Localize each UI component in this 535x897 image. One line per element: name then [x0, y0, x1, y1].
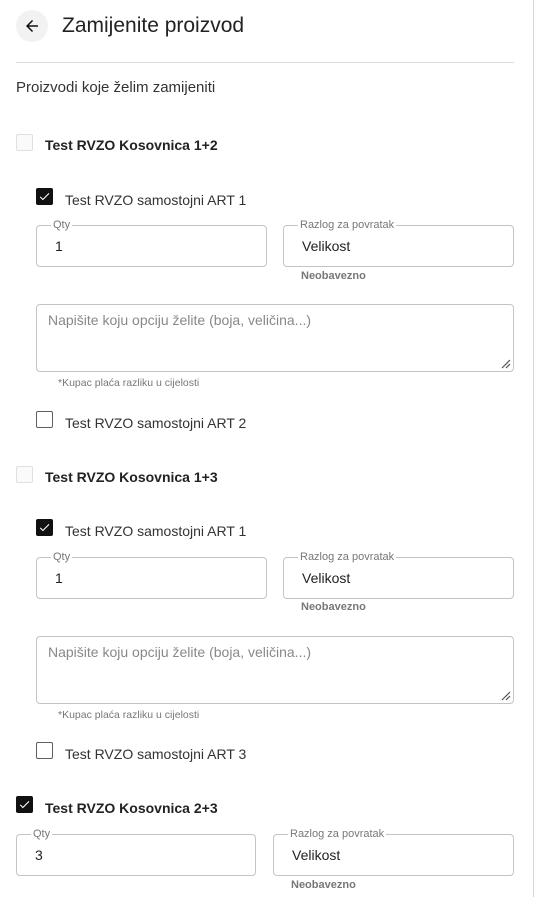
- bundle-1-item-2-label: Test RVZO samostojni ART 2: [65, 415, 247, 431]
- checkmark-icon: [19, 801, 30, 809]
- reason-value: Velikost: [292, 847, 341, 863]
- qty-value: 1: [55, 238, 63, 254]
- bundle-1-item-1-option-textarea[interactable]: Napišite koju opciju želite (boja, velič…: [36, 304, 514, 372]
- bundle-1-checkbox[interactable]: [16, 134, 33, 151]
- resize-handle-icon[interactable]: [501, 691, 511, 701]
- page-title: Zamijenite proizvod: [62, 14, 245, 37]
- bundle-2-item-2-checkbox[interactable]: [36, 742, 53, 759]
- arrow-left-icon: [26, 20, 38, 32]
- bundle-1-item-1-reason-field[interactable]: Razlog za povratak Velikost: [283, 219, 514, 267]
- bundle-3-reason-field[interactable]: Razlog za povratak Velikost: [273, 828, 514, 876]
- reason-value: Velikost: [302, 238, 351, 254]
- textarea-helper: *Kupac plaća razliku u cijelosti: [58, 709, 200, 721]
- textarea-helper: *Kupac plaća razliku u cijelosti: [58, 377, 200, 389]
- checkmark-icon: [39, 193, 50, 201]
- reason-helper: Neobavezno: [291, 879, 356, 891]
- qty-value: 1: [55, 570, 63, 586]
- bundle-2-item-1-label: Test RVZO samostojni ART 1: [65, 523, 247, 539]
- bundle-3-checkbox[interactable]: [16, 796, 33, 813]
- bundle-1-item-1-qty-field[interactable]: Qty 1: [36, 219, 267, 267]
- resize-handle-icon[interactable]: [501, 359, 511, 369]
- reason-helper: Neobavezno: [301, 270, 366, 282]
- bundle-1-label: Test RVZO Kosovnica 1+2: [45, 137, 218, 153]
- reason-legend: Razlog za povratak: [298, 219, 397, 231]
- bundle-2-item-1-checkbox[interactable]: [36, 519, 53, 536]
- reason-helper: Neobavezno: [301, 601, 366, 613]
- textarea-placeholder: Napišite koju opciju želite (boja, velič…: [48, 644, 312, 660]
- qty-legend: Qty: [31, 828, 53, 840]
- header: Zamijenite proizvod: [16, 9, 244, 43]
- checkmark-icon: [39, 524, 50, 532]
- reason-value: Velikost: [302, 570, 351, 586]
- bundle-1-item-2-checkbox[interactable]: [36, 411, 53, 428]
- section-label: Proizvodi koje želim zamijeniti: [16, 79, 216, 96]
- bundle-2-item-2-label: Test RVZO samostojni ART 3: [65, 746, 247, 762]
- bundle-1-item-1-label: Test RVZO samostojni ART 1: [65, 192, 247, 208]
- bundle-2-item-1-qty-field[interactable]: Qty 1: [36, 551, 267, 599]
- reason-legend: Razlog za povratak: [298, 551, 397, 563]
- bundle-2-label: Test RVZO Kosovnica 1+3: [45, 469, 218, 485]
- bundle-2-item-1-reason-field[interactable]: Razlog za povratak Velikost: [283, 551, 514, 599]
- qty-value: 3: [35, 847, 43, 863]
- textarea-placeholder: Napišite koju opciju želite (boja, velič…: [48, 312, 312, 328]
- bundle-1-item-1-checkbox[interactable]: [36, 188, 53, 205]
- bundle-2-item-1-option-textarea[interactable]: Napišite koju opciju želite (boja, velič…: [36, 636, 514, 704]
- scrollbar-edge: [533, 0, 534, 897]
- bundle-3-label: Test RVZO Kosovnica 2+3: [45, 800, 218, 816]
- bundle-3-qty-field[interactable]: Qty 3: [16, 828, 256, 876]
- back-button[interactable]: [16, 10, 48, 42]
- bundle-2-checkbox[interactable]: [16, 466, 33, 483]
- qty-legend: Qty: [51, 551, 73, 563]
- reason-legend: Razlog za povratak: [288, 828, 387, 840]
- qty-legend: Qty: [51, 219, 73, 231]
- header-divider: [16, 62, 514, 63]
